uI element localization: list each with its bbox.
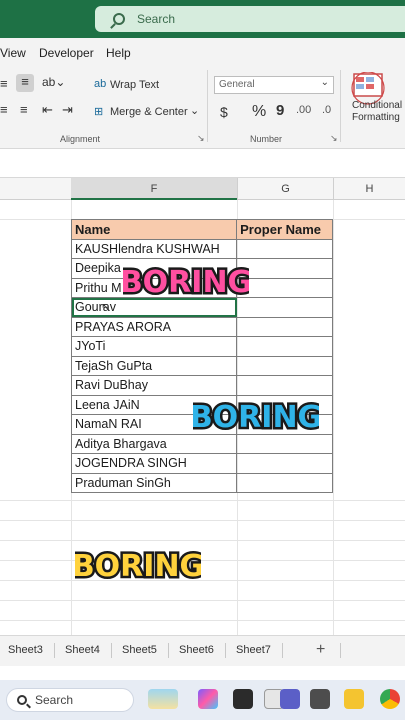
sheet-tabs-bar: Sheet3 Sheet4 Sheet5 Sheet6 Sheet7 + [0, 635, 405, 666]
column-header-f[interactable]: F [71, 178, 237, 200]
table-row: KAUSHlendra KUSHWAH [70, 238, 333, 259]
increase-indent-icon[interactable]: ⇥ [62, 102, 73, 118]
title-bar: Search [0, 0, 405, 38]
dialog-launcher-icon[interactable]: ↘ [197, 133, 205, 144]
chrome-icon[interactable] [380, 689, 400, 709]
table-row: TejaSh GuPta [70, 355, 333, 376]
divider [207, 70, 208, 142]
mouse-cursor-icon: ↖ [101, 300, 112, 314]
number-group-label: Number [250, 134, 283, 144]
add-sheet-button[interactable]: + [316, 641, 325, 659]
taskbar: Search [0, 680, 405, 720]
teams-icon[interactable] [280, 689, 300, 709]
menu-help[interactable]: Help [106, 46, 131, 60]
proper-name-cell[interactable] [236, 297, 333, 318]
proper-name-cell[interactable] [236, 316, 333, 337]
table-row: JYoTi [70, 336, 333, 357]
proper-name-cell[interactable] [236, 472, 333, 493]
alignment-group-label: Alignment [60, 134, 101, 144]
conditional-formatting-label1: Conditional [352, 100, 403, 111]
number-format-dropdown[interactable]: General [214, 76, 334, 94]
search-box[interactable]: Search [95, 6, 405, 32]
name-cell[interactable]: Praduman SinGh [70, 472, 238, 493]
sheet-tab[interactable]: Sheet3 [8, 644, 43, 656]
taskbar-search[interactable]: Search [6, 688, 134, 712]
merge-center-icon[interactable]: ⊞ [94, 105, 103, 118]
formula-bar-area [0, 149, 405, 178]
boring-sticker: BORING [193, 398, 319, 438]
table-header-row: Name Proper Name [70, 219, 333, 240]
folder-icon[interactable] [344, 689, 364, 709]
header-proper-name[interactable]: Proper Name [236, 219, 333, 240]
currency-button[interactable]: $ [220, 104, 228, 120]
merge-center-button[interactable]: Merge & Center [110, 106, 188, 118]
ribbon: ≡ ≡ ab⌄ ≡ ≡ ⇤ ⇥ ab Wrap Text ⊞ Merge & C… [0, 66, 405, 149]
align-middle-icon[interactable]: ≡ [16, 74, 34, 92]
copilot-icon[interactable] [198, 689, 218, 709]
wrap-text-icon[interactable]: ab [94, 78, 106, 90]
column-header-blank [0, 178, 71, 200]
orientation-icon[interactable]: ab⌄ [42, 75, 65, 89]
table-row: JOGENDRA SINGH [70, 453, 333, 474]
boring-sticker: BORING [75, 547, 201, 587]
align-center-icon[interactable]: ≡ [20, 102, 28, 117]
menu-developer[interactable]: Developer [39, 46, 94, 60]
table-row: PRAYAS ARORA [70, 316, 333, 337]
boring-sticker-text: BORING [123, 265, 249, 300]
proper-name-cell[interactable] [236, 453, 333, 474]
dialog-launcher-icon[interactable]: ↘ [330, 133, 338, 144]
align-left-icon[interactable]: ≡ [0, 102, 8, 117]
column-header-h[interactable]: H [333, 178, 405, 200]
decrease-indent-icon[interactable]: ⇤ [42, 102, 53, 118]
proper-name-cell[interactable] [236, 336, 333, 357]
boring-sticker: BORING [123, 263, 249, 303]
table-row: Praduman SinGh [70, 472, 333, 493]
conditional-formatting-label2: Formatting [352, 112, 400, 123]
proper-name-cell[interactable] [236, 258, 333, 279]
menu-bar: View Developer Help [0, 38, 405, 66]
menu-view[interactable]: View [0, 46, 26, 60]
search-icon [17, 695, 27, 705]
proper-name-cell[interactable] [236, 277, 333, 298]
search-icon [113, 13, 125, 25]
sheet-tab[interactable]: Sheet7 [236, 644, 271, 656]
boring-sticker-text: BORING [75, 549, 201, 584]
align-top-icon[interactable]: ≡ [0, 76, 8, 91]
name-cell[interactable]: JOGENDRA SINGH [70, 453, 238, 474]
decrease-decimal-icon[interactable]: .0 [322, 104, 331, 116]
sheet-tab[interactable]: Sheet4 [65, 644, 100, 656]
calculator-icon[interactable] [310, 689, 330, 709]
sheet-tab[interactable]: Sheet5 [122, 644, 157, 656]
name-cell[interactable]: TejaSh GuPta [70, 355, 238, 376]
name-cell[interactable]: PRAYAS ARORA [70, 316, 238, 337]
task-view-icon[interactable] [233, 689, 253, 709]
boring-sticker-text: BORING [193, 400, 319, 435]
wrap-text-button[interactable]: Wrap Text [110, 79, 159, 91]
header-name[interactable]: Name [70, 219, 238, 240]
chevron-down-icon[interactable]: ⌄ [190, 104, 199, 117]
comma-style-button[interactable]: 9 [276, 102, 284, 119]
proper-name-cell[interactable] [236, 355, 333, 376]
sheet-tab[interactable]: Sheet6 [179, 644, 214, 656]
name-cell[interactable]: KAUSHlendra KUSHWAH [70, 238, 238, 259]
number-format-value: General [219, 79, 255, 90]
name-cell[interactable]: JYoTi [70, 336, 238, 357]
search-placeholder: Search [137, 12, 176, 26]
column-header-g[interactable]: G [237, 178, 333, 200]
widgets-icon[interactable] [148, 689, 178, 709]
percent-button[interactable]: % [252, 103, 266, 121]
divider [340, 70, 341, 142]
proper-name-cell[interactable] [236, 238, 333, 259]
taskbar-search-label: Search [35, 693, 74, 707]
increase-decimal-icon[interactable]: .00 [296, 104, 311, 116]
